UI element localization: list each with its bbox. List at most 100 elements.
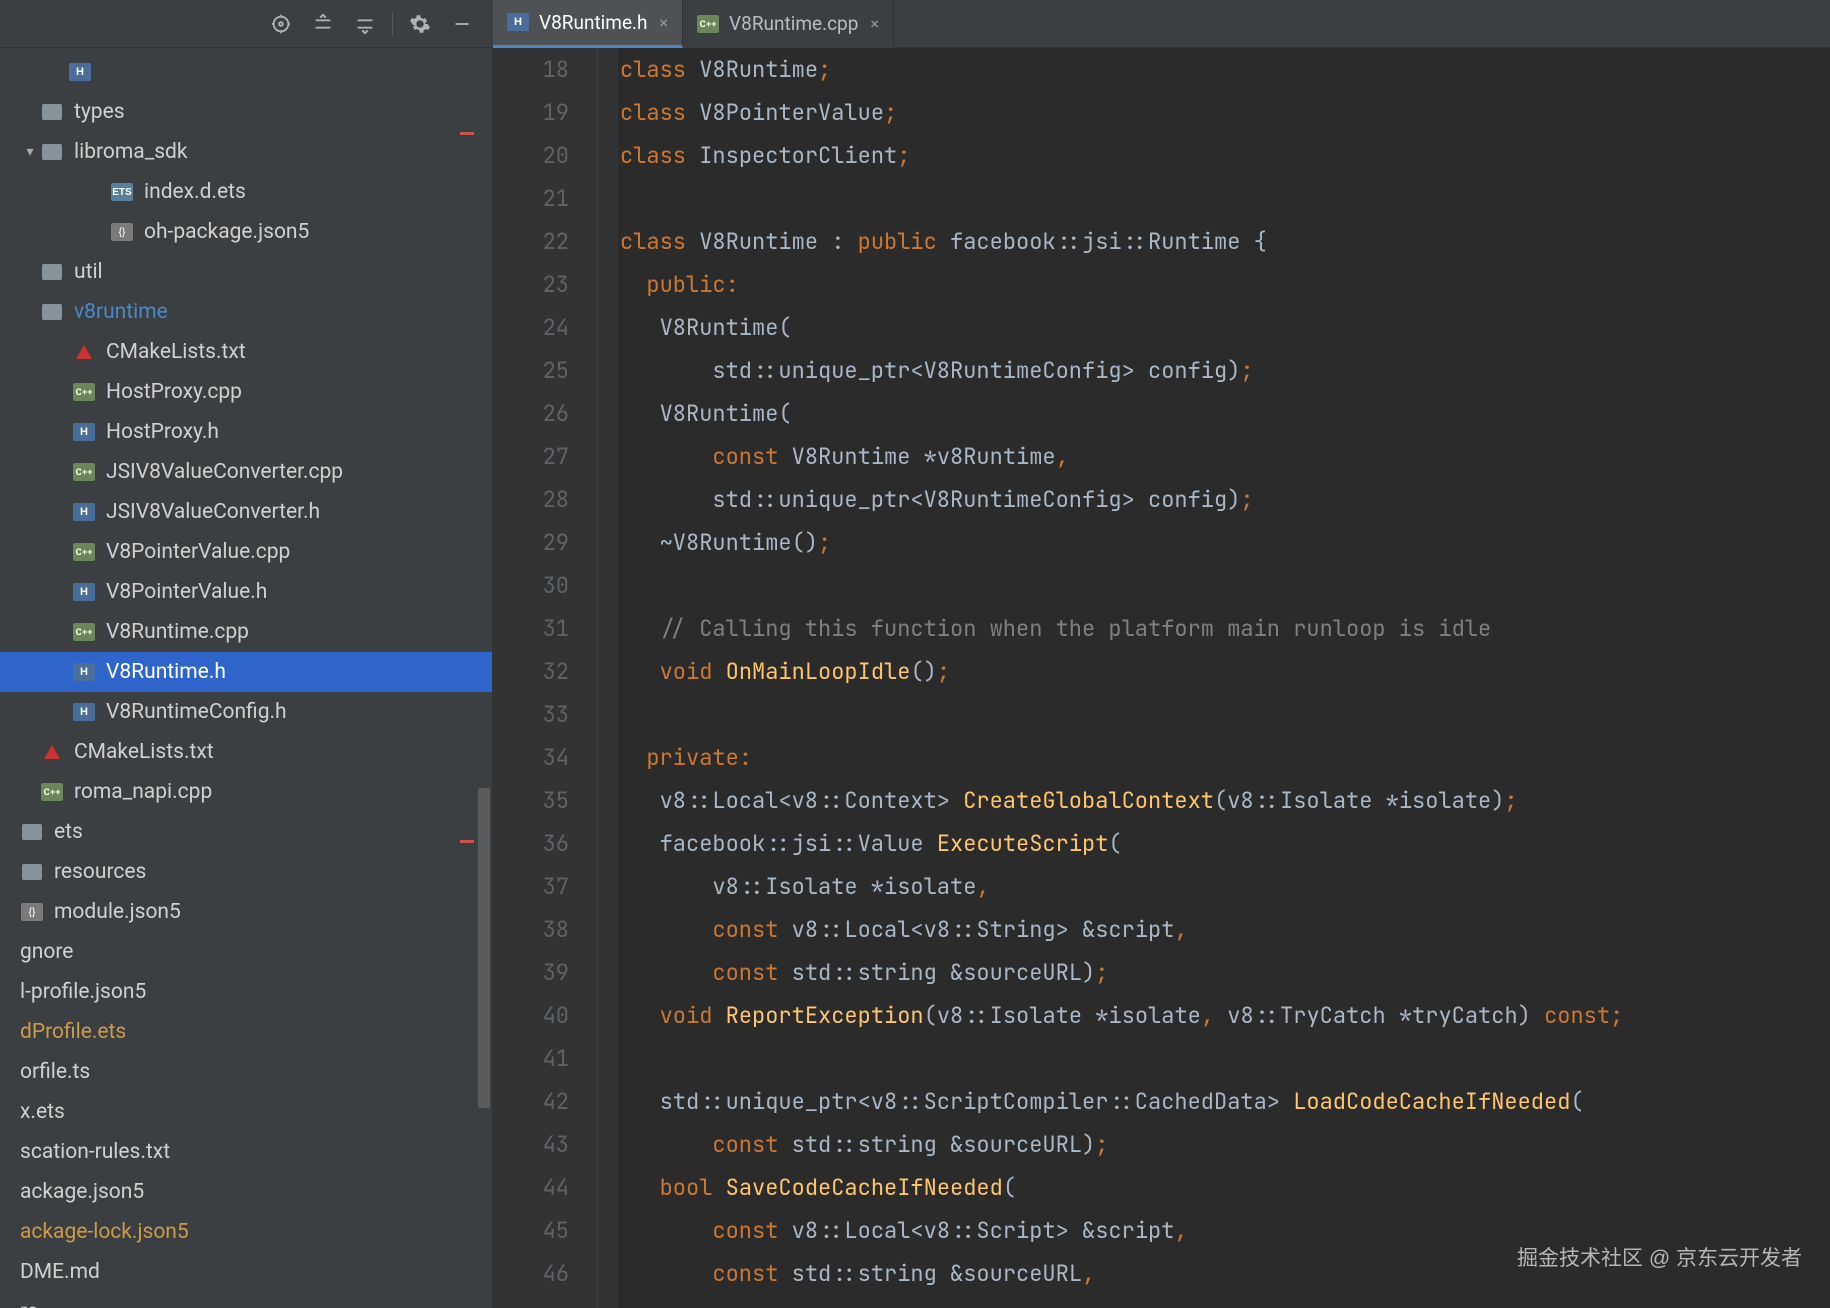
tree-item[interactable]: C++JSIV8ValueConverter.cpp xyxy=(0,452,492,492)
tree-item[interactable]: H xyxy=(0,52,492,92)
tree-item-label: roma_napi.cpp xyxy=(74,780,212,804)
code-line[interactable]: public: xyxy=(618,263,1830,306)
cmake-icon xyxy=(40,740,64,764)
code-content[interactable]: class V8Runtime;class V8PointerValue;cla… xyxy=(618,48,1830,1308)
code-line[interactable]: // Calling this function when the platfo… xyxy=(618,607,1830,650)
h-icon: H xyxy=(72,500,96,524)
code-line[interactable]: facebook::jsi::Value ExecuteScript( xyxy=(618,822,1830,865)
h-icon: H xyxy=(72,700,96,724)
code-line[interactable]: ~V8Runtime(); xyxy=(618,521,1830,564)
tree-item-label: ets xyxy=(54,820,83,844)
code-line[interactable] xyxy=(618,564,1830,607)
tree-item[interactable]: ackage-lock.json5 xyxy=(0,1212,492,1252)
tree-item-label: module.json5 xyxy=(54,900,181,924)
collapse-all-icon[interactable] xyxy=(349,8,381,40)
tree-item[interactable]: ackage.json5 xyxy=(0,1172,492,1212)
tree-item[interactable]: ▾libroma_sdk xyxy=(0,132,492,172)
tree-item-label: util xyxy=(74,260,103,284)
dir-icon xyxy=(40,260,64,284)
tree-item[interactable]: ETSindex.d.ets xyxy=(0,172,492,212)
code-line[interactable]: void OnMainLoopIdle(); xyxy=(618,650,1830,693)
close-icon[interactable]: × xyxy=(660,13,669,32)
code-line[interactable]: V8Runtime( xyxy=(618,306,1830,349)
tree-item[interactable]: x.ets xyxy=(0,1092,492,1132)
tree-item[interactable]: HV8RuntimeConfig.h xyxy=(0,692,492,732)
tree-item-label: x.ets xyxy=(20,1100,65,1124)
code-line[interactable] xyxy=(618,693,1830,736)
tree-item[interactable]: types xyxy=(0,92,492,132)
code-line[interactable]: const std::string &sourceURL); xyxy=(618,1123,1830,1166)
tree-item[interactable]: C++HostProxy.cpp xyxy=(0,372,492,412)
code-line[interactable]: std::unique_ptr<V8RuntimeConfig> config)… xyxy=(618,349,1830,392)
tree-item[interactable]: HHostProxy.h xyxy=(0,412,492,452)
tree-item[interactable]: HJSIV8ValueConverter.h xyxy=(0,492,492,532)
code-line[interactable]: private: xyxy=(618,736,1830,779)
sidebar-toolbar xyxy=(0,8,493,40)
tree-item[interactable]: {}module.json5 xyxy=(0,892,492,932)
line-number: 43 xyxy=(493,1123,569,1166)
expand-all-icon[interactable] xyxy=(307,8,339,40)
h-icon: H xyxy=(68,60,92,84)
cpp-icon: C++ xyxy=(72,380,96,404)
scrollbar-thumb[interactable] xyxy=(478,788,490,1108)
tree-item[interactable]: gnore xyxy=(0,932,492,972)
tree-item[interactable]: re xyxy=(0,1292,492,1308)
line-number: 36 xyxy=(493,822,569,865)
line-number: 34 xyxy=(493,736,569,779)
tree-item[interactable]: v8runtime xyxy=(0,292,492,332)
tree-item[interactable]: C++roma_napi.cpp xyxy=(0,772,492,812)
tree-item[interactable]: DME.md xyxy=(0,1252,492,1292)
tree-item[interactable]: CMakeLists.txt xyxy=(0,732,492,772)
line-number: 31 xyxy=(493,607,569,650)
tree-item[interactable]: HV8PointerValue.h xyxy=(0,572,492,612)
minimize-icon[interactable] xyxy=(446,8,478,40)
code-line[interactable]: V8Runtime( xyxy=(618,392,1830,435)
code-line[interactable] xyxy=(618,177,1830,220)
chevron-icon[interactable]: ▾ xyxy=(20,144,40,160)
code-line[interactable]: class V8Runtime; xyxy=(618,48,1830,91)
tree-item[interactable]: scation-rules.txt xyxy=(0,1132,492,1172)
code-line[interactable]: v8::Local<v8::Context> CreateGlobalConte… xyxy=(618,779,1830,822)
tree-item[interactable]: util xyxy=(0,252,492,292)
code-line[interactable]: std::unique_ptr<v8::ScriptCompiler::Cach… xyxy=(618,1080,1830,1123)
code-line[interactable]: const std::string &sourceURL); xyxy=(618,951,1830,994)
close-icon[interactable]: × xyxy=(870,14,879,33)
line-number: 20 xyxy=(493,134,569,177)
target-icon[interactable] xyxy=(265,8,297,40)
tree-item-label: ackage-lock.json5 xyxy=(20,1220,189,1244)
tree-item[interactable]: HV8Runtime.h xyxy=(0,652,492,692)
tree-item[interactable]: dProfile.ets xyxy=(0,1012,492,1052)
line-number: 18 xyxy=(493,48,569,91)
code-line[interactable]: std::unique_ptr<V8RuntimeConfig> config)… xyxy=(618,478,1830,521)
line-gutter: 1819202122232425262728293031323334353637… xyxy=(493,48,598,1308)
code-line[interactable]: class V8PointerValue; xyxy=(618,91,1830,134)
tree-item[interactable]: resources xyxy=(0,852,492,892)
error-marker xyxy=(460,132,474,135)
code-line[interactable]: void ReportException(v8::Isolate *isolat… xyxy=(618,994,1830,1037)
tab-V8Runtime-h[interactable]: HV8Runtime.h× xyxy=(493,0,683,48)
tree-item[interactable]: C++V8Runtime.cpp xyxy=(0,612,492,652)
tree-item[interactable]: orfile.ts xyxy=(0,1052,492,1092)
code-line[interactable]: class InspectorClient; xyxy=(618,134,1830,177)
project-tree: Htypes▾libroma_sdkETSindex.d.ets{}oh-pac… xyxy=(0,48,493,1308)
line-number: 33 xyxy=(493,693,569,736)
tree-item[interactable]: CMakeLists.txt xyxy=(0,332,492,372)
tree-item[interactable]: ets xyxy=(0,812,492,852)
code-line[interactable]: const V8Runtime *v8Runtime, xyxy=(618,435,1830,478)
code-line[interactable]: bool SaveCodeCacheIfNeeded( xyxy=(618,1166,1830,1209)
line-number: 28 xyxy=(493,478,569,521)
error-marker xyxy=(460,840,474,843)
tree-item-label: DME.md xyxy=(20,1260,100,1284)
code-line[interactable]: const v8::Local<v8::String> &script, xyxy=(618,908,1830,951)
sidebar-scrollbar[interactable] xyxy=(476,48,492,1308)
code-editor[interactable]: 1819202122232425262728293031323334353637… xyxy=(493,48,1830,1308)
tab-V8Runtime-cpp[interactable]: C++V8Runtime.cpp× xyxy=(683,0,894,48)
tree-item-label: resources xyxy=(54,860,146,884)
settings-icon[interactable] xyxy=(404,8,436,40)
code-line[interactable]: v8::Isolate *isolate, xyxy=(618,865,1830,908)
tree-item[interactable]: {}oh-package.json5 xyxy=(0,212,492,252)
code-line[interactable]: class V8Runtime : public facebook::jsi::… xyxy=(618,220,1830,263)
tree-item[interactable]: C++V8PointerValue.cpp xyxy=(0,532,492,572)
tree-item[interactable]: l-profile.json5 xyxy=(0,972,492,1012)
code-line[interactable] xyxy=(618,1037,1830,1080)
